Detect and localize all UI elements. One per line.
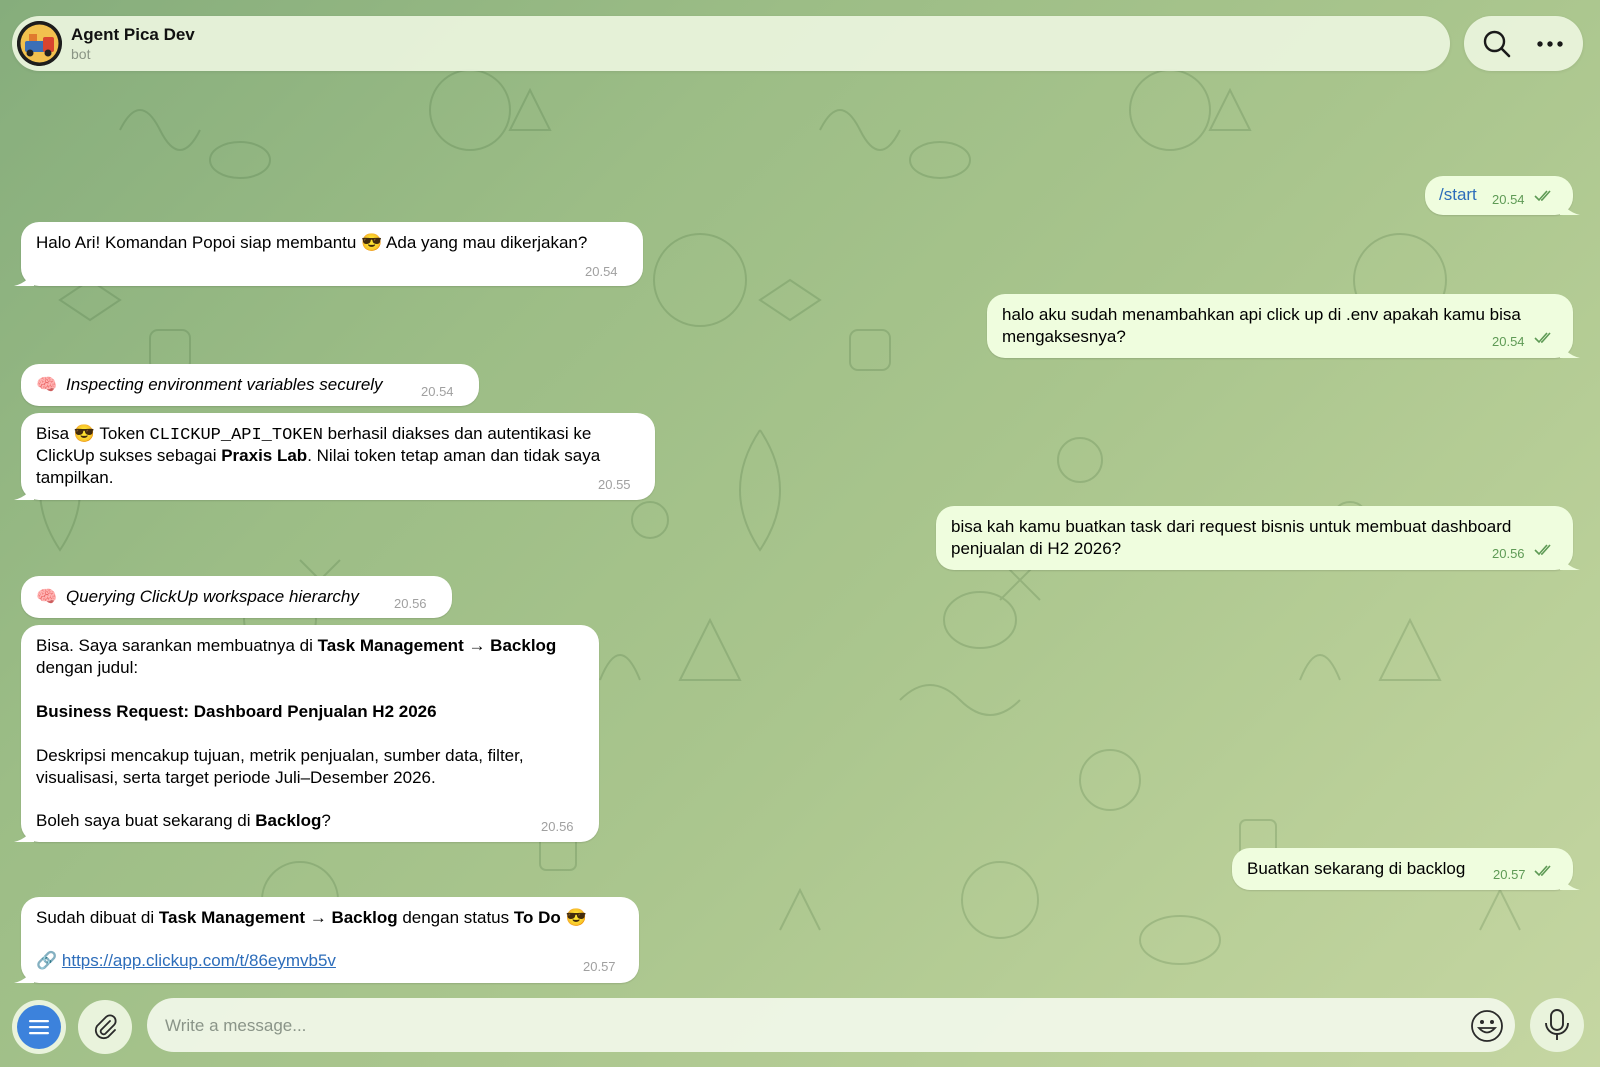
header-actions xyxy=(1464,16,1583,71)
message-text-line: visualisasi, serta target periode Juli–D… xyxy=(36,768,436,787)
more-button[interactable] xyxy=(1532,26,1568,62)
message-text-line: bisa kah kamu buatkan task dari request … xyxy=(951,517,1512,536)
chat-subtitle: bot xyxy=(71,46,91,62)
message-text-line: 🔗 https://app.clickup.com/t/86eymvb5v xyxy=(36,950,336,972)
message-time: 20.57 xyxy=(583,959,616,974)
message-text: Buatkan sekarang di backlog xyxy=(1247,859,1466,878)
link-icon: 🔗 xyxy=(36,951,58,970)
bubble-tail xyxy=(1560,340,1580,358)
brain-icon: 🧠 xyxy=(36,375,58,394)
command-text[interactable]: /start xyxy=(1439,184,1477,206)
status-value: To Do xyxy=(513,908,561,927)
message-time: 20.56 xyxy=(541,819,574,834)
emoji-button[interactable] xyxy=(1469,1008,1505,1044)
avatar[interactable] xyxy=(17,21,62,66)
bot-menu-button[interactable] xyxy=(12,1000,66,1054)
message-text-line: Bisa. Saya sarankan membuatnya di Task M… xyxy=(36,636,557,655)
message-bubble-outgoing[interactable]: /start 20.54 xyxy=(1425,176,1580,215)
message-time: 20.54 xyxy=(1492,192,1525,207)
bubble-tail xyxy=(1560,197,1580,215)
status-text: Inspecting environment variables securel… xyxy=(66,375,383,394)
menu-icon xyxy=(29,1020,49,1035)
message-time: 20.56 xyxy=(394,596,427,611)
paperclip-icon xyxy=(94,1014,117,1040)
location-path: Task Management → Backlog xyxy=(317,636,557,655)
message-text-line: Deskripsi mencakup tujuan, metrik penjua… xyxy=(36,746,524,765)
status-text: Querying ClickUp workspace hierarchy xyxy=(66,587,359,606)
bubble-tail xyxy=(1560,872,1580,890)
message-time: 20.54 xyxy=(585,264,618,279)
message-bubble-outgoing[interactable]: Buatkan sekarang di backlog 20.57 xyxy=(1232,848,1580,890)
message-text-line: Bisa 😎 Token CLICKUP_API_TOKEN berhasil … xyxy=(36,424,592,445)
message-time: 20.57 xyxy=(1493,867,1526,882)
message-text-line: Sudah dibuat di Task Management → Backlo… xyxy=(36,908,587,927)
message-bubble-outgoing[interactable]: halo aku sudah menambahkan api click up … xyxy=(987,294,1580,358)
bubble-tail xyxy=(14,965,34,983)
double-check-icon xyxy=(1534,865,1551,877)
search-button[interactable] xyxy=(1479,26,1515,62)
message-time: 20.55 xyxy=(598,477,631,492)
task-title: Business Request: Dashboard Penjualan H2… xyxy=(36,702,437,721)
message-time: 20.56 xyxy=(1492,546,1525,561)
status-bubble[interactable]: 🧠 Inspecting environment variables secur… xyxy=(21,364,479,406)
chat-title: Agent Pica Dev xyxy=(71,25,195,44)
microphone-icon xyxy=(1545,1009,1569,1040)
token-code: CLICKUP_API_TOKEN xyxy=(149,426,323,445)
attach-button[interactable] xyxy=(78,1000,132,1054)
message-bubble-incoming[interactable]: Sudah dibuat di Task Management → Backlo… xyxy=(14,897,639,983)
bubble-tail xyxy=(14,824,34,842)
bubble-tail xyxy=(14,268,34,286)
message-text-line: Boleh saya buat sekarang di Backlog? xyxy=(36,811,331,830)
clickup-task-link[interactable]: https://app.clickup.com/t/86eymvb5v xyxy=(62,951,336,970)
message-text-line: dengan judul: xyxy=(36,658,139,677)
chat-header[interactable]: Agent Pica Dev bot xyxy=(12,16,1450,71)
status-bubble[interactable]: 🧠 Querying ClickUp workspace hierarchy 2… xyxy=(21,576,452,618)
double-check-icon xyxy=(1534,544,1551,556)
emoji-icon xyxy=(1471,1010,1503,1042)
voice-message-button[interactable] xyxy=(1530,998,1584,1052)
brain-icon: 🧠 xyxy=(36,587,58,606)
message-composer xyxy=(147,998,1515,1052)
bot-avatar-icon xyxy=(17,21,62,66)
message-bubble-incoming[interactable]: Bisa. Saya sarankan membuatnya di Task M… xyxy=(14,625,599,842)
message-text: Halo Ari! Komandan Popoi siap membantu 😎… xyxy=(36,233,588,252)
message-input[interactable] xyxy=(163,1010,1417,1042)
message-text-line: halo aku sudah menambahkan api click up … xyxy=(1002,305,1521,324)
search-icon xyxy=(1483,30,1511,58)
more-icon xyxy=(1537,41,1563,47)
message-bubble-outgoing[interactable]: bisa kah kamu buatkan task dari request … xyxy=(936,506,1580,570)
message-text-line: tampilkan. xyxy=(36,468,114,487)
message-text-line: penjualan di H2 2026? xyxy=(951,539,1122,558)
message-bubble-incoming[interactable]: Halo Ari! Komandan Popoi siap membantu 😎… xyxy=(14,222,643,286)
bubble-tail xyxy=(14,482,34,500)
message-time: 20.54 xyxy=(1492,334,1525,349)
message-text-line: ClickUp sukses sebagai Praxis Lab. Nilai… xyxy=(36,446,601,465)
bubble-tail xyxy=(1560,552,1580,570)
message-time: 20.54 xyxy=(421,384,454,399)
double-check-icon xyxy=(1534,190,1551,202)
double-check-icon xyxy=(1534,332,1551,344)
message-bubble-incoming[interactable]: Bisa 😎 Token CLICKUP_API_TOKEN berhasil … xyxy=(14,413,655,500)
message-text-line: mengaksesnya? xyxy=(1002,327,1126,346)
menu-button-circle xyxy=(17,1005,61,1049)
